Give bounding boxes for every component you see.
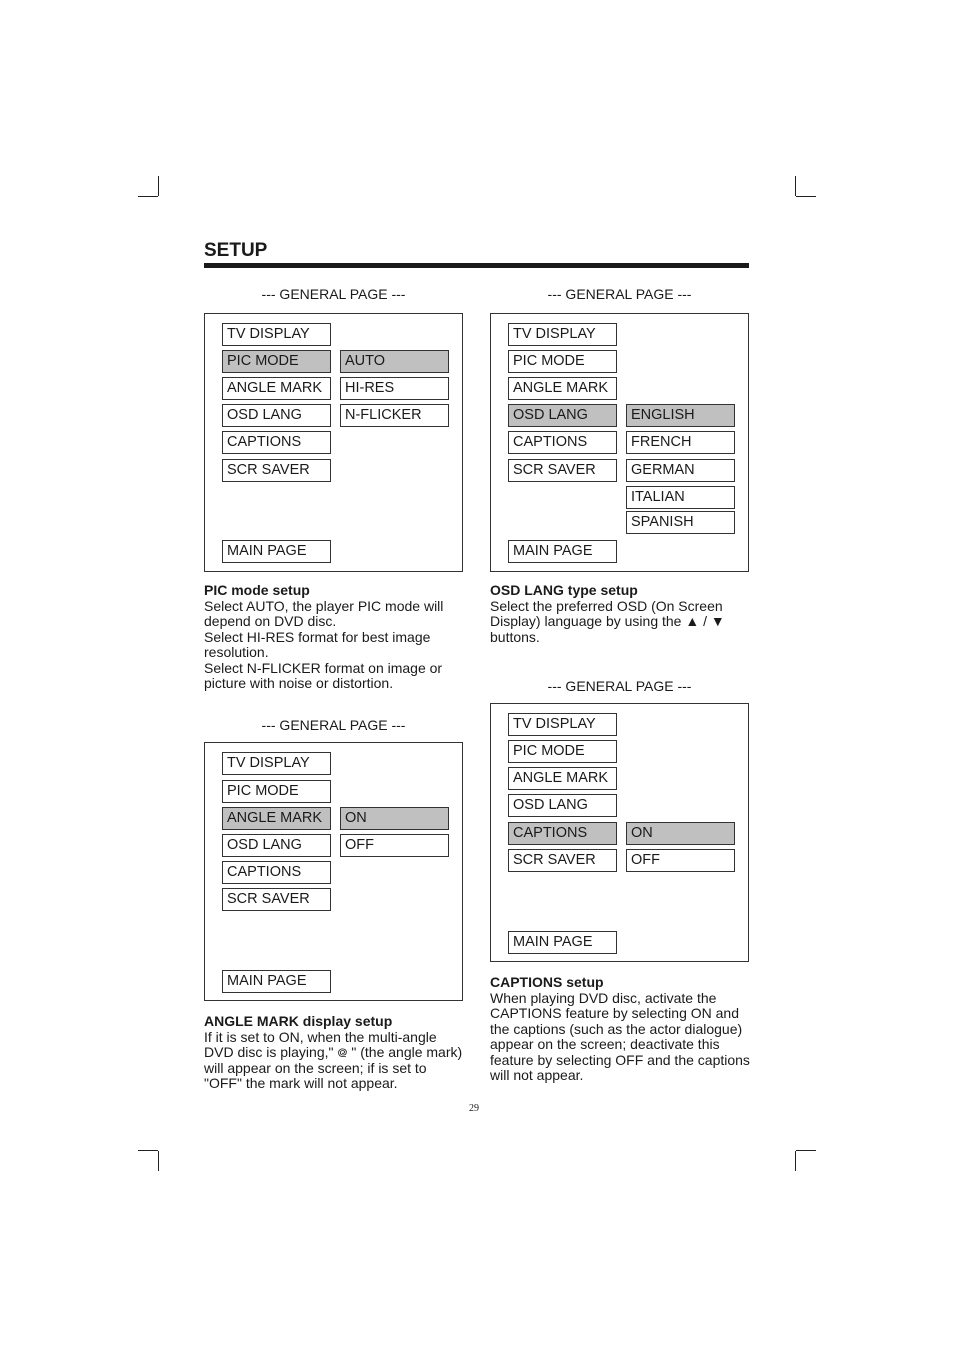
option-italian[interactable]: ITALIAN [626, 486, 735, 509]
description-heading: PIC mode setup [204, 582, 310, 598]
menu-item-scr-saver[interactable]: SCR SAVER [508, 459, 617, 482]
crop-mark [796, 1150, 816, 1151]
description-line: DVD disc is playing," ᪤ " (the angle mar… [204, 1044, 463, 1060]
menu-item-angle-mark[interactable]: ANGLE MARK [508, 767, 617, 790]
option-german[interactable]: GERMAN [626, 459, 735, 482]
main-page-button[interactable]: MAIN PAGE [222, 970, 331, 993]
main-page-button[interactable]: MAIN PAGE [222, 540, 331, 563]
description-heading: CAPTIONS setup [490, 974, 604, 990]
menu-item-tv-display[interactable]: TV DISPLAY [508, 323, 617, 346]
description-line: feature by selecting OFF and the caption… [490, 1051, 750, 1068]
menu-item-pic-mode[interactable]: PIC MODE [508, 740, 617, 763]
option-auto[interactable]: AUTO [340, 350, 449, 373]
option-off[interactable]: OFF [340, 834, 449, 857]
menu-item-scr-saver[interactable]: SCR SAVER [508, 849, 617, 872]
menu-item-angle-mark[interactable]: ANGLE MARK [222, 807, 331, 830]
menu-item-tv-display[interactable]: TV DISPLAY [222, 323, 331, 346]
description-line: Display) language by using the ▲ / ▼ [490, 613, 725, 629]
general-page-panel-captions: TV DISPLAY PIC MODE ANGLE MARK OSD LANG … [490, 703, 749, 962]
crop-mark [138, 196, 158, 197]
description-heading: OSD LANG type setup [490, 582, 638, 598]
description-line: If it is set to ON, when the multi-angle [204, 1028, 437, 1045]
pic-mode-description: PIC mode setup Select AUTO, the player P… [204, 582, 469, 692]
general-page-panel-osd-lang: TV DISPLAY PIC MODE ANGLE MARK OSD LANG … [490, 313, 749, 572]
captions-description: CAPTIONS setup When playing DVD disc, ac… [490, 974, 765, 1084]
panel-header: --- GENERAL PAGE --- [547, 286, 692, 302]
general-page-panel-pic-mode: TV DISPLAY PIC MODE ANGLE MARK OSD LANG … [204, 313, 463, 572]
description-line: depend on DVD disc. [204, 613, 337, 629]
menu-item-captions[interactable]: CAPTIONS [508, 431, 617, 454]
menu-item-angle-mark[interactable]: ANGLE MARK [222, 377, 331, 400]
option-on[interactable]: ON [340, 807, 449, 830]
crop-mark [796, 196, 816, 197]
menu-item-tv-display[interactable]: TV DISPLAY [222, 752, 331, 775]
panel-header: --- GENERAL PAGE --- [261, 717, 406, 733]
main-page-button[interactable]: MAIN PAGE [508, 931, 617, 954]
osd-lang-description: OSD LANG type setup Select the preferred… [490, 582, 755, 645]
description-heading: ANGLE MARK display setup [204, 1013, 393, 1029]
option-spanish[interactable]: SPANISH [626, 511, 735, 534]
panel-header: --- GENERAL PAGE --- [547, 678, 692, 694]
menu-item-scr-saver[interactable]: SCR SAVER [222, 459, 331, 482]
title-rule [204, 263, 749, 268]
description-line: Select AUTO, the player PIC mode will [204, 597, 444, 614]
page-title: SETUP [204, 240, 268, 261]
menu-item-captions[interactable]: CAPTIONS [222, 861, 331, 884]
menu-item-osd-lang[interactable]: OSD LANG [508, 794, 617, 817]
description-line: Select N-FLICKER format on image or [204, 659, 443, 676]
description-line: buttons. [490, 628, 540, 645]
option-on[interactable]: ON [626, 822, 735, 845]
menu-item-tv-display[interactable]: TV DISPLAY [508, 713, 617, 736]
menu-item-angle-mark[interactable]: ANGLE MARK [508, 377, 617, 400]
menu-item-osd-lang[interactable]: OSD LANG [508, 404, 617, 427]
description-line: will appear on the screen; if is set to [204, 1059, 427, 1076]
option-n-flicker[interactable]: N-FLICKER [340, 404, 449, 427]
crop-mark [795, 1151, 796, 1171]
menu-item-osd-lang[interactable]: OSD LANG [222, 834, 331, 857]
panel-header: --- GENERAL PAGE --- [261, 286, 406, 302]
description-line: appear on the screen; deactivate this [490, 1036, 720, 1052]
menu-item-captions[interactable]: CAPTIONS [508, 822, 617, 845]
crop-mark [795, 176, 796, 196]
menu-item-pic-mode[interactable]: PIC MODE [222, 350, 331, 373]
crop-mark [158, 176, 159, 196]
description-line: resolution. [204, 644, 269, 660]
page-number: 29 [469, 1103, 479, 1114]
description-line: will not appear. [490, 1067, 584, 1083]
description-line: picture with noise or distortion. [204, 675, 394, 691]
angle-mark-description: ANGLE MARK display setup If it is set to… [204, 1013, 474, 1092]
option-french[interactable]: FRENCH [626, 431, 735, 454]
main-page-button[interactable]: MAIN PAGE [508, 540, 617, 563]
description-line: CAPTIONS feature by selecting ON and [490, 1005, 739, 1021]
menu-item-scr-saver[interactable]: SCR SAVER [222, 888, 331, 911]
menu-item-pic-mode[interactable]: PIC MODE [222, 780, 331, 803]
crop-mark [138, 1150, 158, 1151]
description-line: Select the preferred OSD (On Screen [490, 597, 723, 614]
description-line: "OFF" the mark will not appear. [204, 1075, 398, 1091]
option-off[interactable]: OFF [626, 849, 735, 872]
description-line: the captions (such as the actor dialogue… [490, 1020, 743, 1037]
menu-item-pic-mode[interactable]: PIC MODE [508, 350, 617, 373]
option-hi-res[interactable]: HI-RES [340, 377, 449, 400]
menu-item-captions[interactable]: CAPTIONS [222, 431, 331, 454]
general-page-panel-angle-mark: TV DISPLAY PIC MODE ANGLE MARK OSD LANG … [204, 742, 463, 1001]
description-line: When playing DVD disc, activate the [490, 989, 717, 1006]
option-english[interactable]: ENGLISH [626, 404, 735, 427]
description-line: Select HI-RES format for best image [204, 628, 431, 645]
crop-mark [158, 1151, 159, 1171]
menu-item-osd-lang[interactable]: OSD LANG [222, 404, 331, 427]
